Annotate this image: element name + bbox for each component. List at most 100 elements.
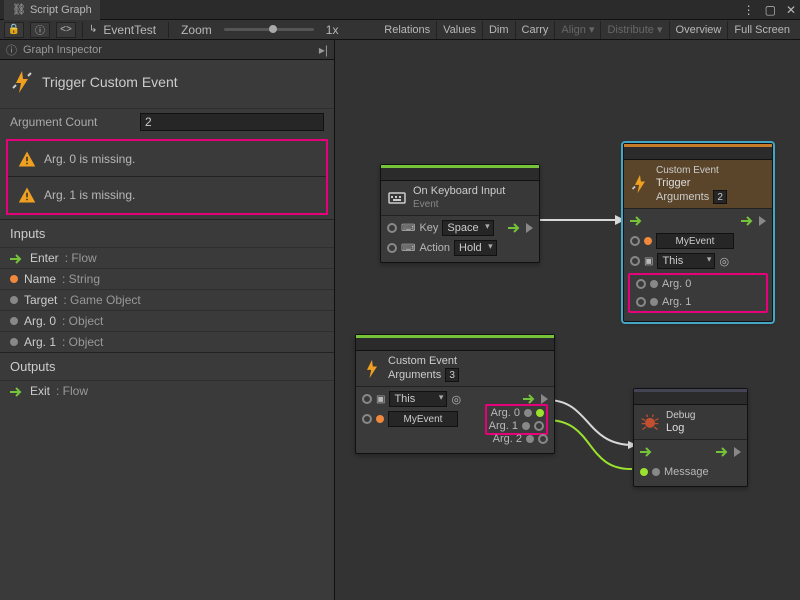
key-dropdown[interactable]: Space: [442, 220, 493, 236]
input-socket[interactable]: [636, 297, 646, 307]
target-dropdown[interactable]: This: [389, 391, 447, 407]
input-socket[interactable]: [387, 243, 397, 253]
menu-fullscreen[interactable]: Full Screen: [728, 21, 796, 39]
node-subtitle: Debug: [666, 409, 695, 422]
cube-icon: ▣: [644, 256, 653, 267]
node-subtitle: Custom Event: [656, 164, 727, 177]
key-icon: ⌨: [401, 223, 415, 234]
event-name-field[interactable]: MyEvent: [656, 233, 734, 249]
warning-text: Arg. 1 is missing.: [44, 188, 135, 202]
args-label: Arguments: [388, 369, 441, 382]
menu-overview[interactable]: Overview: [670, 21, 729, 39]
code-button[interactable]: <>: [56, 22, 76, 38]
input-socket[interactable]: [362, 414, 372, 424]
arg0-label: Arg. 0: [662, 278, 691, 290]
action-dropdown[interactable]: Hold: [454, 240, 497, 256]
input-port-row: Arg. 0 : Object: [0, 310, 334, 331]
data-port-icon: [10, 317, 18, 325]
event-name-field[interactable]: MyEvent: [388, 411, 458, 427]
bug-icon: [640, 412, 660, 432]
args-count-badge: 3: [445, 368, 459, 382]
target-picker-icon[interactable]: ◎: [719, 255, 729, 268]
event-icon: [10, 70, 34, 94]
output-port-row: Exit : Flow: [0, 380, 334, 401]
menu-dim[interactable]: Dim: [483, 21, 516, 39]
flow-out-port[interactable]: [741, 216, 755, 226]
output-socket[interactable]: [538, 434, 548, 444]
menu-carry[interactable]: Carry: [516, 21, 556, 39]
warning-icon: [18, 186, 36, 204]
node-title: On Keyboard Input: [413, 185, 505, 198]
zoom-slider[interactable]: [224, 28, 314, 31]
flow-out-port[interactable]: [508, 223, 522, 233]
graph-canvas[interactable]: On Keyboard Input Event ⌨ Key Space: [335, 40, 800, 600]
breadcrumb[interactable]: EventTest: [103, 23, 156, 37]
flow-in-port[interactable]: [640, 447, 654, 457]
input-port-row: Enter : Flow: [0, 247, 334, 268]
data-port-icon: [644, 237, 652, 245]
message-label: Message: [664, 466, 709, 478]
breadcrumb-icon: ↳: [89, 24, 97, 35]
input-port-row: Name : String: [0, 268, 334, 289]
input-socket[interactable]: [362, 394, 372, 404]
menu-align[interactable]: Align ▾: [555, 21, 601, 39]
flow-in-port[interactable]: [630, 216, 644, 226]
window-close-icon[interactable]: ✕: [786, 3, 796, 17]
exec-out-socket[interactable]: [759, 216, 766, 226]
lock-button[interactable]: 🔒: [4, 22, 24, 38]
exec-out-socket[interactable]: [541, 394, 548, 404]
keyboard-icon: [387, 188, 407, 208]
node-subtitle: Event: [413, 198, 505, 211]
exec-out-socket[interactable]: [734, 447, 741, 457]
inspector-collapse-icon[interactable]: ▸|: [319, 43, 328, 57]
argument-count-input[interactable]: [140, 113, 324, 131]
args-label: Arguments: [656, 191, 709, 204]
output-socket[interactable]: [534, 421, 544, 431]
menu-relations[interactable]: Relations: [378, 21, 437, 39]
graph-inspector-panel: ⓘ Graph Inspector ▸| Trigger Custom Even…: [0, 40, 335, 600]
warning-text: Arg. 0 is missing.: [44, 152, 135, 166]
exec-out-socket[interactable]: [526, 223, 533, 233]
script-graph-icon: ⛓: [12, 3, 26, 16]
info-button[interactable]: ⓘ: [30, 22, 50, 38]
node-trigger-custom-event[interactable]: Custom Event Trigger Arguments 2: [623, 143, 773, 322]
input-socket[interactable]: [630, 236, 640, 246]
node-title: Trigger: [656, 177, 727, 190]
inputs-heading: Inputs: [0, 219, 334, 247]
arg2-label: Arg. 2: [493, 433, 522, 445]
menu-distribute[interactable]: Distribute ▾: [601, 21, 669, 39]
window-more-icon[interactable]: ⋮: [743, 3, 755, 17]
flow-arrow-icon: [10, 386, 24, 396]
node-debug-log[interactable]: Debug Log Message: [633, 388, 748, 487]
zoom-label: Zoom: [181, 23, 212, 37]
input-socket[interactable]: [630, 256, 640, 266]
data-port-icon: [650, 280, 658, 288]
zoom-value: 1x: [326, 23, 339, 37]
node-title: Custom Event: [388, 355, 459, 368]
flow-out-port[interactable]: [716, 447, 730, 457]
window-title: Script Graph: [30, 4, 92, 16]
input-socket[interactable]: [640, 468, 648, 476]
outputs-heading: Outputs: [0, 352, 334, 380]
node-on-keyboard-input[interactable]: On Keyboard Input Event ⌨ Key Space: [380, 164, 540, 263]
target-picker-icon[interactable]: ◎: [451, 393, 461, 406]
key-label: Key: [419, 222, 438, 234]
arg1-label: Arg. 1: [662, 296, 691, 308]
args-count-badge: 2: [713, 190, 727, 204]
input-socket[interactable]: [387, 223, 397, 233]
data-port-icon: [10, 296, 18, 304]
input-port-row: Arg. 1 : Object: [0, 331, 334, 352]
action-icon: ⌨: [401, 243, 415, 254]
window-maximize-icon[interactable]: ▢: [765, 3, 776, 17]
menu-values[interactable]: Values: [437, 21, 483, 39]
data-port-icon: [10, 275, 18, 283]
input-socket[interactable]: [636, 279, 646, 289]
node-custom-event[interactable]: Custom Event Arguments 3 ▣ This ◎: [355, 334, 555, 454]
warning-icon: [18, 150, 36, 168]
argument-count-label: Argument Count: [10, 115, 140, 129]
target-dropdown[interactable]: This: [657, 253, 715, 269]
window-tab[interactable]: ⛓ Script Graph: [4, 0, 100, 20]
output-socket[interactable]: [536, 409, 544, 417]
event-icon: [362, 359, 382, 379]
flow-out-port[interactable]: [523, 394, 537, 404]
